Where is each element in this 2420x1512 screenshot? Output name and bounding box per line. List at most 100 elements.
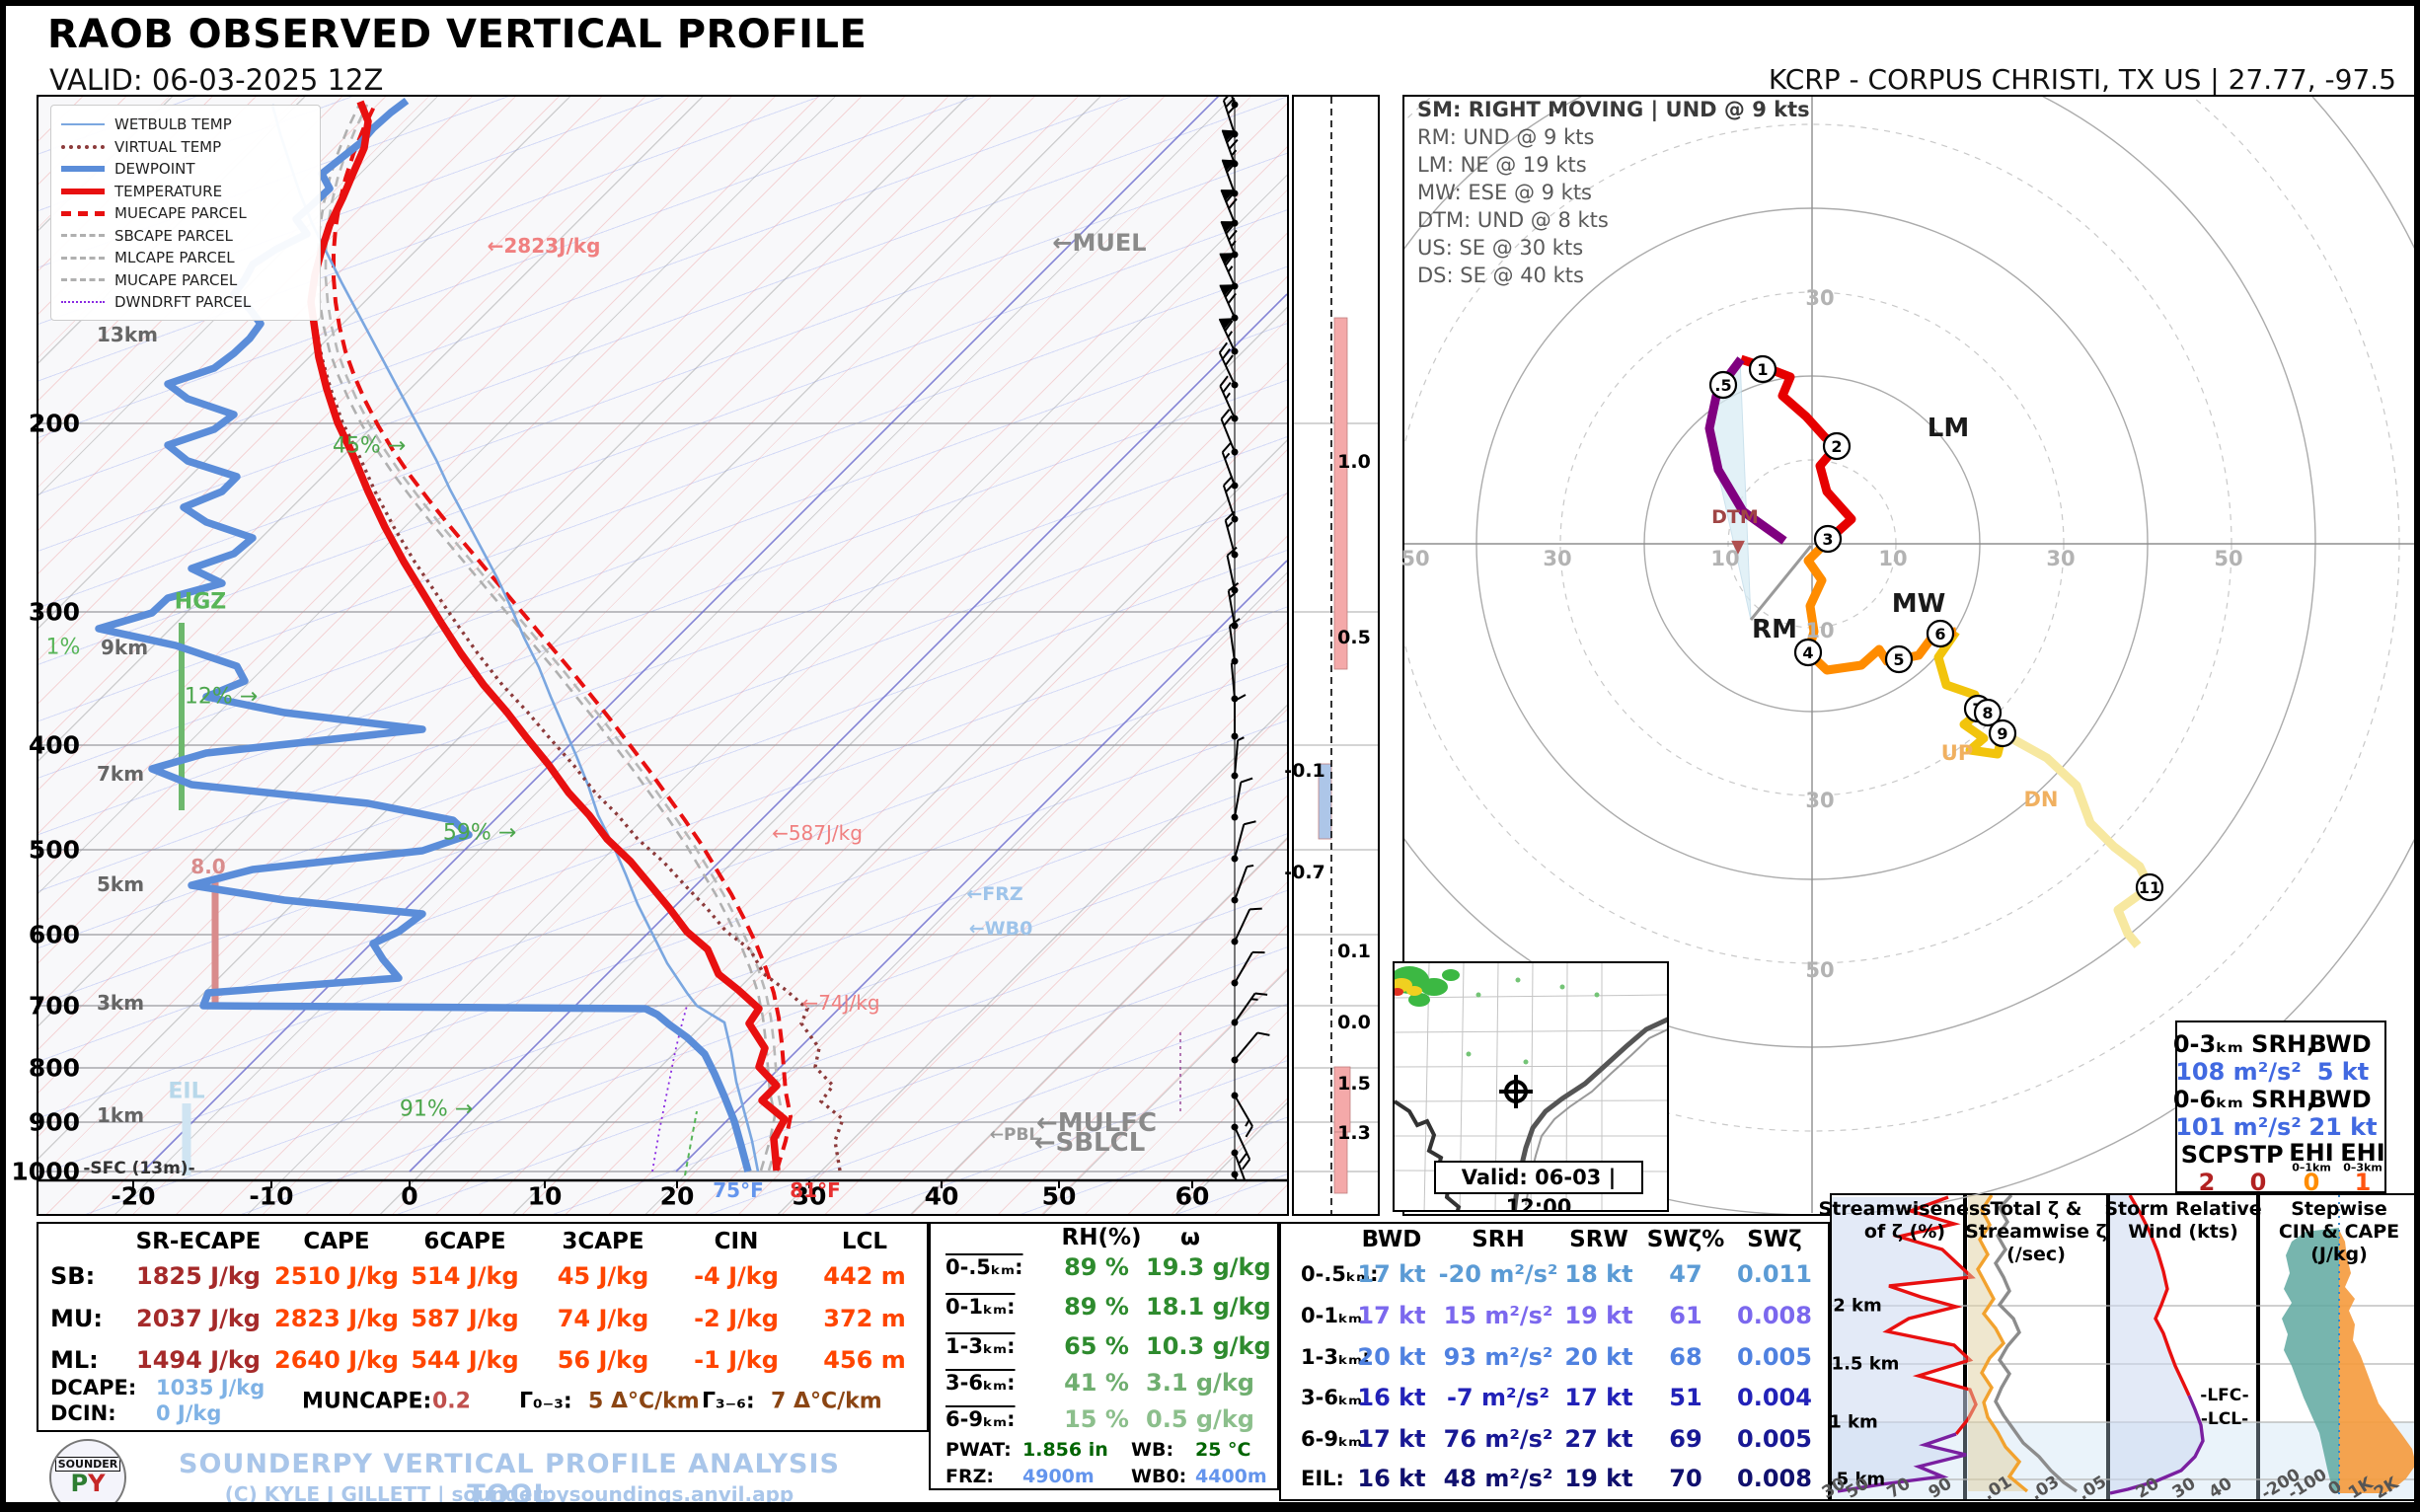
skewt-annotation: 12% → [184, 684, 259, 710]
virtual-temp-line-swatch [61, 144, 105, 149]
col-header: LCL [841, 1229, 888, 1254]
wb-value: 25 °C [1195, 1439, 1251, 1461]
pressure-label: 400 [28, 730, 80, 760]
legend-label: DEWPOINT [114, 160, 195, 179]
srw-value: 20 kt [1564, 1343, 1633, 1371]
col-header: SWζ% [1646, 1227, 1725, 1252]
rh-header: RH(%) [1061, 1225, 1142, 1250]
sm-line: SM: RIGHT MOVING | UND @ 9 kts [1417, 98, 1810, 121]
col-header: CAPE [303, 1229, 370, 1254]
w-value: 0.5 g/kg [1146, 1405, 1254, 1433]
panel-title-line: (J/kg) [2310, 1244, 2368, 1265]
srh03-label: 0-3ₖₘ SRH, [2172, 1030, 2316, 1058]
dcape-value: 1035 J/kg [156, 1376, 265, 1399]
col-header: SRW [1569, 1227, 1628, 1252]
logo-y: Y [88, 1470, 106, 1497]
ring-speed-label: 10 [1805, 619, 1835, 643]
pressure-label: 600 [28, 920, 80, 949]
mu-srecape: 2037 J/kg [136, 1305, 261, 1332]
swzpct-value: 68 [1669, 1343, 1702, 1371]
wb-label: WB: [1131, 1439, 1174, 1461]
srh-value: 93 m²/s² [1443, 1343, 1553, 1371]
mw-line: MW: ESE @ 9 kts [1417, 181, 1592, 204]
panel-title-line: Streamwise ζ [1965, 1221, 2107, 1243]
pwat-value: 1.856 in [1022, 1439, 1108, 1461]
legend-label: TEMPERATURE [114, 182, 223, 200]
omega-header: ω [1180, 1225, 1200, 1250]
ring-speed-label: 30 [2046, 547, 2076, 570]
stp-value: 0 [2249, 1169, 2267, 1196]
ds-line: DS: SE @ 40 kts [1417, 264, 1584, 287]
pressure-label: 900 [28, 1107, 80, 1137]
col-header: SWζ [1747, 1227, 1802, 1252]
swz-value: 0.005 [1737, 1343, 1812, 1371]
sb-3cape: 45 J/kg [557, 1262, 649, 1290]
row-label: 1-3ₖₘ: [945, 1334, 1016, 1358]
panel-d-title: Stepwise CIN & CAPE (J/kg) [2279, 1198, 2399, 1266]
rh-value: 15 % [1064, 1405, 1129, 1433]
bottom-bar [6, 1502, 2414, 1506]
skewt-annotation: ←WB0 [968, 918, 1033, 940]
sounderpy-figure: RAOB OBSERVED VERTICAL PROFILE VALID: 06… [0, 0, 2420, 1512]
panel-b-title: Total ζ & Streamwise ζ (/sec) [1965, 1198, 2107, 1266]
storm-motion-label: DN [2023, 788, 2059, 811]
col-header: SRH [1472, 1227, 1525, 1252]
ml-lcl: 456 m [823, 1346, 906, 1374]
col-header: BWD [1361, 1227, 1422, 1252]
legend-label: MUECAPE PARCEL [114, 204, 247, 223]
legend-item: WETBULB TEMP [61, 113, 320, 136]
bwd03-label: BWD [2308, 1030, 2372, 1058]
omega-value-label: 0.1 [1337, 941, 1371, 962]
pressure-label: 700 [28, 991, 80, 1021]
panel-c-title: Storm Relative Wind (kts) [2104, 1198, 2261, 1244]
skewt-annotation: ←PBL [989, 1125, 1040, 1145]
dtm-line: DTM: UND @ 8 kts [1417, 208, 1609, 232]
row-label: ML: [50, 1346, 99, 1374]
legend-item: SBCAPE PARCEL [61, 225, 320, 248]
lcl-label: -LCL- [2200, 1409, 2249, 1429]
row-label: SB: [50, 1262, 96, 1290]
storm-motion-label: MW [1891, 589, 1946, 619]
row-label: MU: [50, 1305, 103, 1332]
rh-value: 41 % [1064, 1369, 1129, 1397]
mu-cape: 2823 J/kg [274, 1305, 399, 1332]
mu-lcl: 372 m [823, 1305, 906, 1332]
pressure-label: 500 [28, 835, 80, 865]
storm-motion-label: ▼ [1731, 536, 1745, 558]
srh-bwd-box: 0-3ₖₘ SRH, BWD 108 m²/s² 5 kt 0-6ₖₘ SRH,… [2172, 1021, 2386, 1196]
mu-cin: -2 J/kg [694, 1305, 779, 1332]
storm-motion-label: LM [1927, 414, 1970, 443]
bwd-value: 17 kt [1357, 1302, 1426, 1329]
ring-speed-label: 10 [1878, 547, 1908, 570]
skewt-annotation: ←FRZ [966, 883, 1023, 905]
bwd-value: 16 kt [1357, 1465, 1426, 1492]
station-info: KCRP - CORPUS CHRISTI, TX US | 27.77, -9… [1768, 63, 2396, 96]
swzpct-value: 61 [1669, 1302, 1702, 1329]
skewt-annotation: EIL [168, 1079, 205, 1104]
logo-p: P [70, 1470, 89, 1497]
lfc-label: -LFC- [2200, 1386, 2249, 1405]
skewt-annotation: ←MUEL [1052, 229, 1147, 257]
temp-tick-label: 20 [659, 1181, 695, 1211]
pressure-label: 300 [28, 597, 80, 627]
dewpoint-line-swatch [61, 166, 105, 173]
skewt-annotation: 91% → [399, 1096, 474, 1122]
omega-value-label: 1.5 [1337, 1073, 1371, 1095]
skewt-annotation: ←SBLCL [1033, 1128, 1146, 1158]
swz-value: 0.011 [1737, 1260, 1812, 1288]
omega-value-label: 0.0 [1337, 1012, 1371, 1033]
pressure-label: 1000 [11, 1157, 80, 1186]
height-label: 1km [97, 1103, 145, 1127]
height-label: 9km [101, 636, 149, 659]
srh-value: 76 m²/s² [1443, 1425, 1553, 1453]
dcape-label: DCAPE: [50, 1376, 137, 1399]
skewt-annotation: 81°F [790, 1178, 841, 1202]
sb-6cape: 514 J/kg [411, 1262, 519, 1290]
skewt-annotation: ←74J/kg [801, 991, 880, 1015]
pressure-label: 200 [28, 409, 80, 438]
skewt-annotation: ←587J/kg [772, 821, 863, 845]
srw-value: 19 kt [1564, 1465, 1633, 1492]
omega-panel [1292, 95, 1380, 1216]
swz-value: 0.008 [1737, 1302, 1812, 1329]
swz-value: 0.004 [1737, 1384, 1812, 1411]
